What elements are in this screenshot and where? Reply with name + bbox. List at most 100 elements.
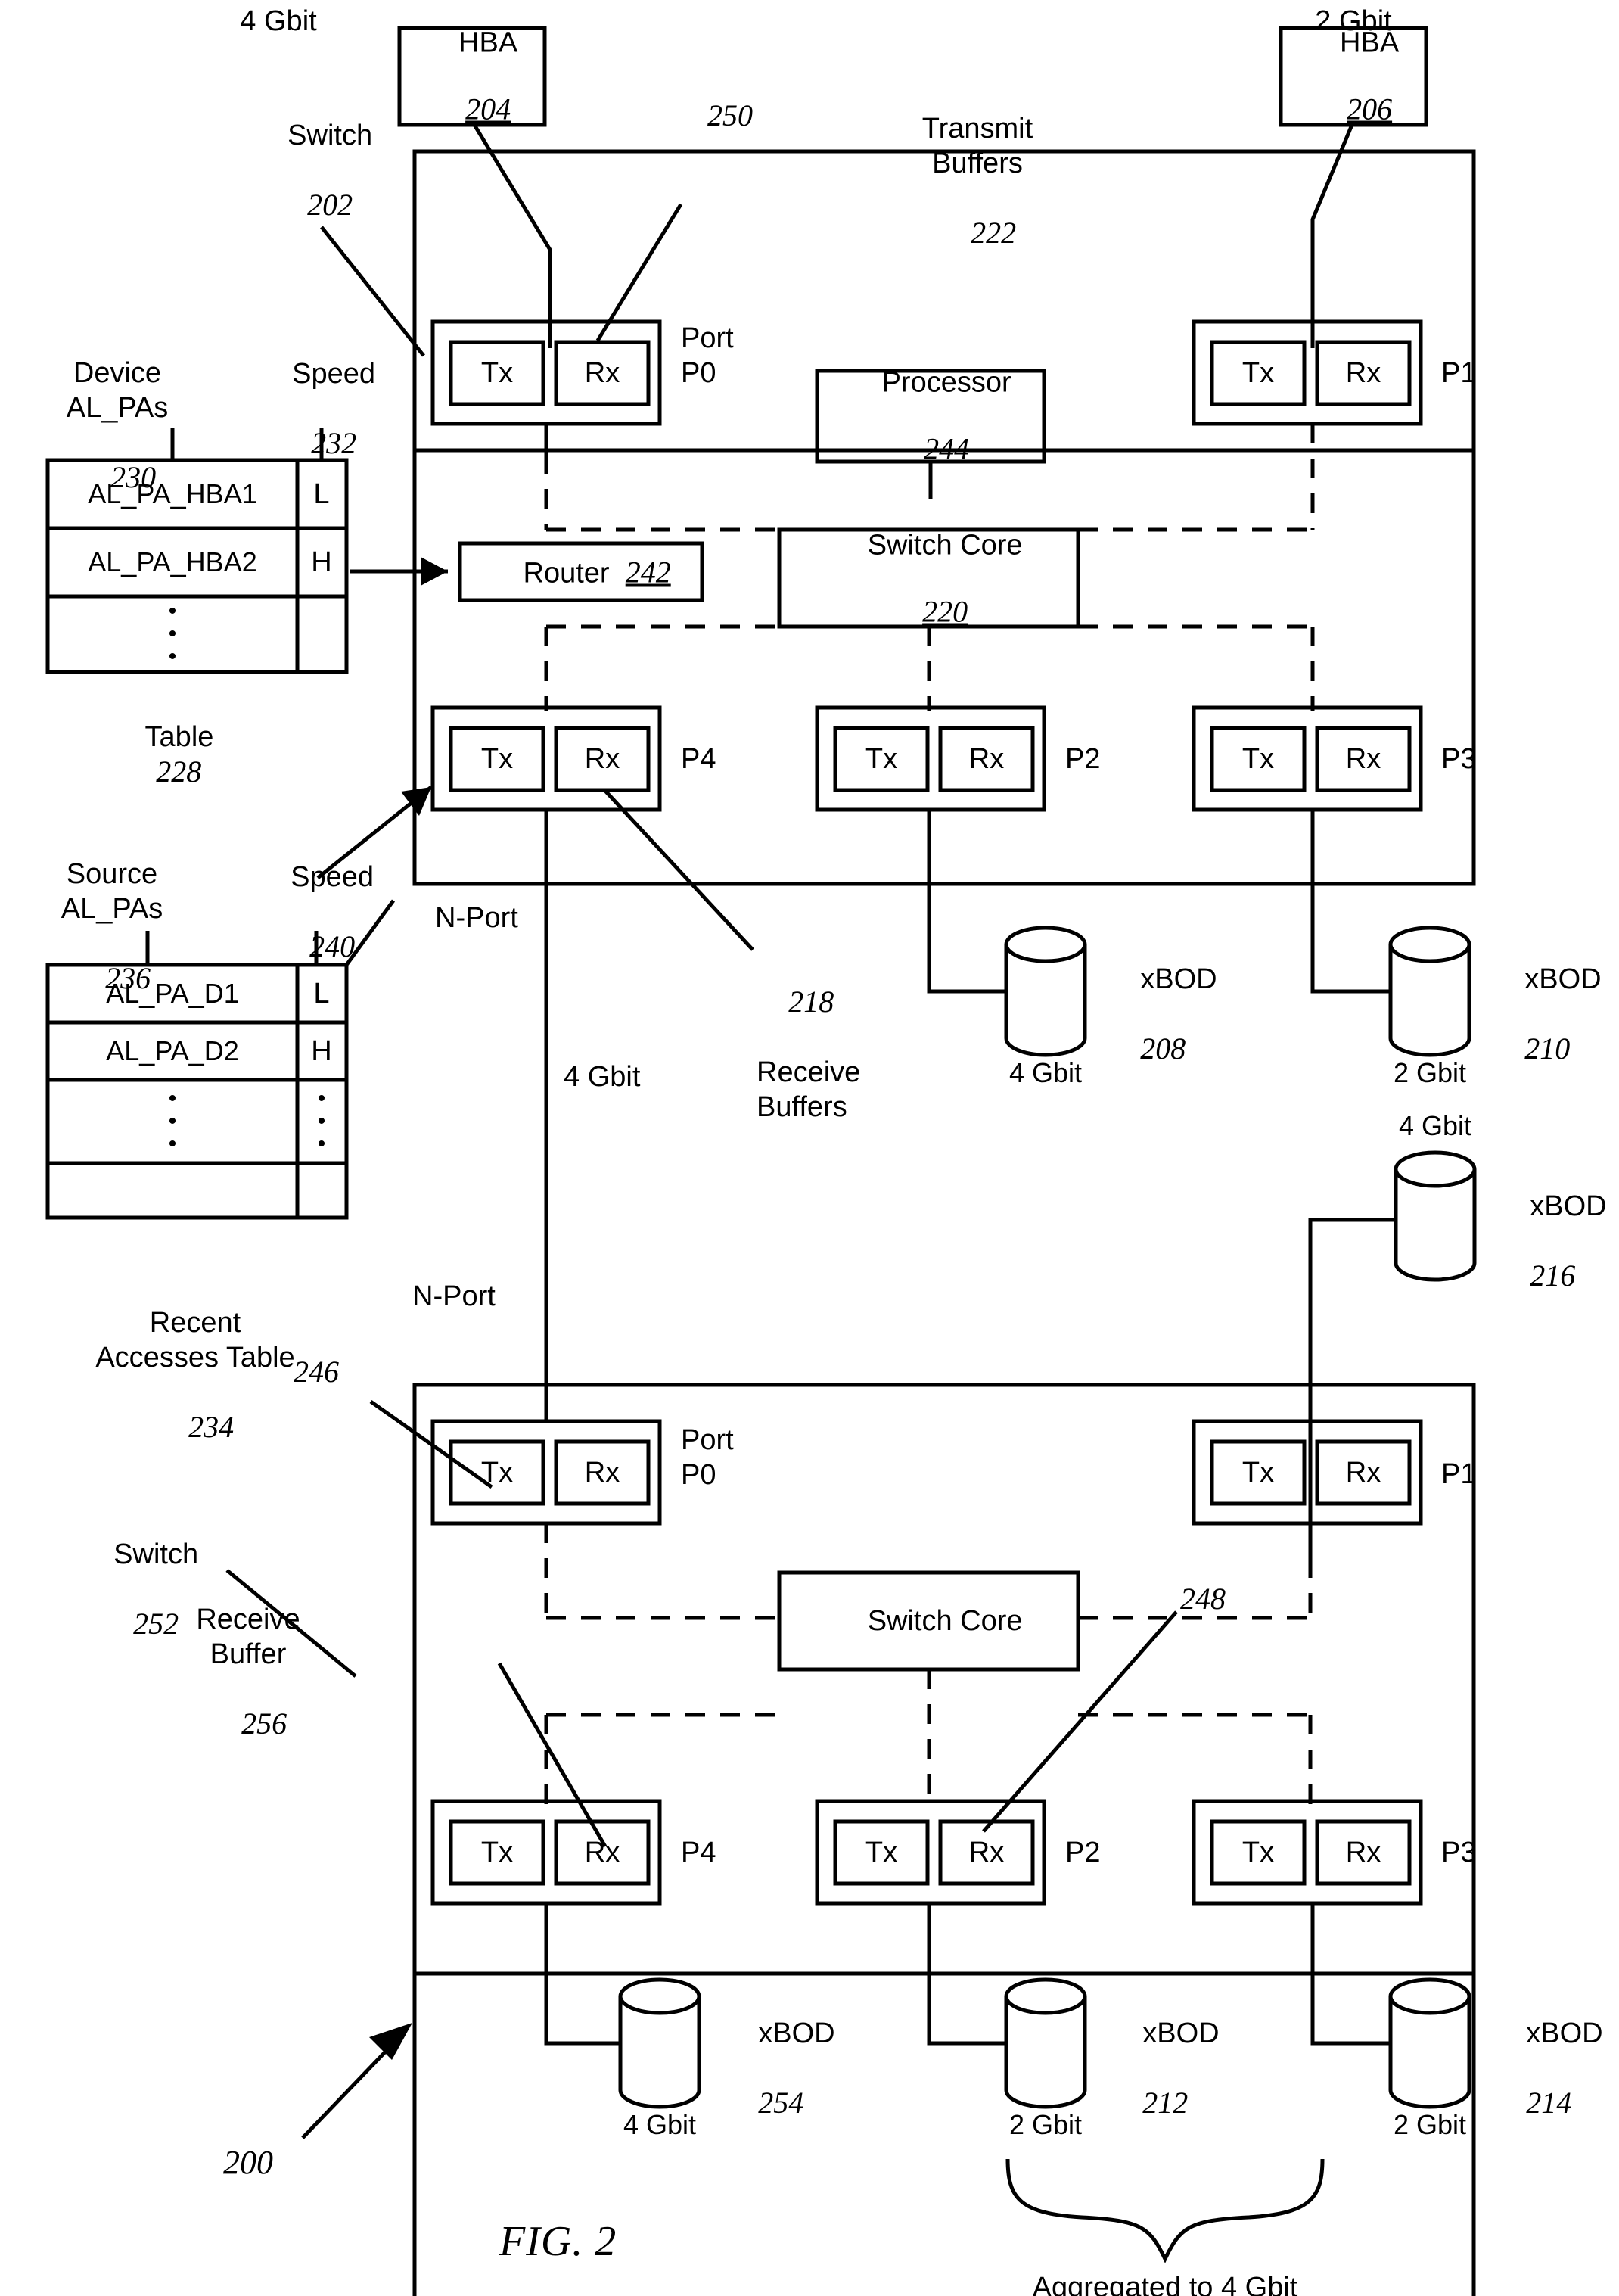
- t234-r3-c2: [295, 1161, 349, 1220]
- table-row: AL_PA_D1: [106, 978, 239, 1009]
- xbod-254-label: xBOD 254: [726, 1981, 834, 2156]
- speed-232-header: Speed 232: [260, 322, 375, 496]
- aggregation-brace: [1005, 2158, 1325, 2263]
- p0-tx-label-252: Tx: [480, 1457, 514, 1489]
- port-p3-label-252: P3: [1441, 1837, 1477, 1868]
- router-242-text: Router 242: [491, 523, 671, 624]
- xbod-214-ref: 214: [1526, 2086, 1572, 2120]
- p2-outer-202: [815, 705, 1046, 812]
- p2-tx-label-252: Tx: [865, 1837, 898, 1868]
- figure-caption: FIG. 2: [499, 2218, 617, 2265]
- speed-240-ref: 240: [309, 929, 356, 963]
- switch-core-220-name: Switch Core: [867, 529, 1023, 562]
- table-row-ellipsis: • • •: [168, 599, 177, 669]
- table-234-caption-text: Recent Accesses Table: [95, 1307, 295, 1374]
- p4-rx-label-252: Rx: [584, 1837, 620, 1868]
- p4-tx-label-252: Tx: [480, 1837, 514, 1868]
- speed-240-header: Speed 240: [259, 825, 374, 1000]
- ref-246-label: 246: [294, 1355, 339, 1389]
- switch-202-name: Switch: [287, 120, 373, 151]
- router-input-arrowhead: [421, 557, 448, 586]
- speed-240-text: Speed: [291, 861, 374, 893]
- xbod-216-cyl: [1394, 1150, 1477, 1282]
- receive-buffer-256-text: Receive Buffer: [196, 1604, 300, 1670]
- p1-outer-202: [1192, 319, 1423, 426]
- receive-buffers-218-ref: 218: [788, 985, 834, 1019]
- p1-tx-label-252: Tx: [1241, 1457, 1275, 1489]
- switch-core-252-text: Switch Core: [835, 1571, 1023, 1671]
- table-234-ref: 234: [188, 1410, 235, 1444]
- table-row: AL_PA_HBA2: [88, 546, 257, 577]
- p2-rx-label-252: Rx: [968, 1837, 1005, 1868]
- switch-core-220-ref: 220: [922, 594, 968, 629]
- table-row: AL_PA_HBA1: [88, 478, 257, 509]
- xbod-216-speed: 4 Gbit: [1398, 1110, 1472, 1141]
- p4-outer-252: [430, 1799, 662, 1906]
- p0-rx-label-252: Rx: [584, 1457, 620, 1489]
- xbod-212-name: xBOD: [1142, 2018, 1220, 2049]
- hba-206-name: HBA: [1340, 26, 1400, 59]
- hba-206-text: HBA 206: [1308, 0, 1399, 160]
- transmit-buffers-label: Transmit Buffers 222: [922, 42, 1033, 286]
- p3-outer-252: [1192, 1799, 1423, 1906]
- xbod-254-speed: 4 Gbit: [623, 2109, 697, 2140]
- transmit-buffers-ref: 222: [971, 216, 1017, 250]
- system-200-ref: 200: [223, 2144, 273, 2181]
- trunk-speed-label-4g: 4 Gbit: [564, 1061, 641, 1093]
- hba-204-text: HBA 204: [427, 0, 517, 160]
- p1-outer-252: [1192, 1419, 1423, 1526]
- xbod-254-ref: 254: [758, 2086, 804, 2120]
- nport-label-lower: N-Port: [412, 1280, 496, 1312]
- port-p4-label-202: P4: [681, 743, 716, 775]
- xbod-208-cyl: [1004, 926, 1087, 1057]
- switch-core-220-text: Switch Core 220: [835, 496, 1023, 663]
- receive-buffers-218-text: Receive Buffers: [757, 1056, 861, 1123]
- p0-outer-202: [430, 319, 662, 426]
- speed-232-ref: 232: [311, 426, 357, 460]
- xbod-212-label: xBOD 212: [1111, 1981, 1220, 2156]
- xbod-214-cyl: [1388, 1977, 1471, 2109]
- xbod-210-label: xBOD 210: [1493, 927, 1602, 1102]
- source-alpas-text: Source AL_PAs: [61, 858, 163, 925]
- hba-204-speed-label: 4 Gbit: [240, 5, 317, 37]
- p2-tx-label-202: Tx: [865, 743, 898, 775]
- xbod-214-label: xBOD 214: [1494, 1981, 1603, 2156]
- p4-outer-202: [430, 705, 662, 812]
- p3-rx-label-252: Rx: [1345, 1837, 1381, 1868]
- xbod-216-name: xBOD: [1530, 1190, 1607, 1222]
- p0-tx-label-202: Tx: [480, 357, 514, 389]
- ref-250-label: 250: [707, 98, 753, 132]
- xbod-212-ref: 212: [1142, 2086, 1189, 2120]
- router-242-ref: 242: [625, 555, 671, 590]
- p4-tx-label-202: Tx: [480, 743, 514, 775]
- table-234-caption: Recent Accesses Table 234: [95, 1236, 294, 1480]
- port-p0-label-252: Port P0: [681, 1424, 734, 1491]
- t228-r2-c2: [295, 594, 349, 674]
- switch-202-label: Switch 202: [256, 83, 372, 258]
- port-p3-label-202: P3: [1441, 743, 1477, 775]
- ref-248-label: 248: [1180, 1582, 1226, 1616]
- p0-outer-252: [430, 1419, 662, 1526]
- switch-202-ref: 202: [307, 188, 353, 222]
- port-p2-label-252: P2: [1065, 1837, 1101, 1868]
- xbod-210-name: xBOD: [1524, 963, 1602, 995]
- p3-outer-202: [1192, 705, 1423, 812]
- xbod-208-label: xBOD 208: [1108, 927, 1217, 1102]
- p1-rx-label-202: Rx: [1345, 357, 1381, 389]
- xbod-214-name: xBOD: [1526, 2018, 1603, 2049]
- switch-252-name: Switch: [113, 1538, 199, 1570]
- table-row-ellipsis: • • •: [168, 1086, 177, 1156]
- aggregation-note: Aggregated to 4 Gbit: [1032, 2272, 1298, 2296]
- table-228-ref: 228: [156, 754, 202, 789]
- p4-rx-label-202: Rx: [584, 743, 620, 775]
- p4-input-arrowhead: [401, 787, 431, 816]
- xbod-216-label: xBOD 216: [1498, 1154, 1607, 1329]
- p3-rx-label-202: Rx: [1345, 743, 1381, 775]
- p3-tx-label-202: Tx: [1241, 743, 1275, 775]
- table-cell-speed: H: [311, 546, 332, 578]
- hba-206-ref: 206: [1347, 92, 1393, 126]
- switch-252-label: Switch 252: [82, 1502, 198, 1677]
- xbod-216-ref: 216: [1530, 1258, 1576, 1293]
- xbod-254-cyl: [618, 1977, 701, 2109]
- patent-figure-2: 4 Gbit 2 Gbit HBA 204 HBA 206 Transmit B…: [0, 0, 1619, 2296]
